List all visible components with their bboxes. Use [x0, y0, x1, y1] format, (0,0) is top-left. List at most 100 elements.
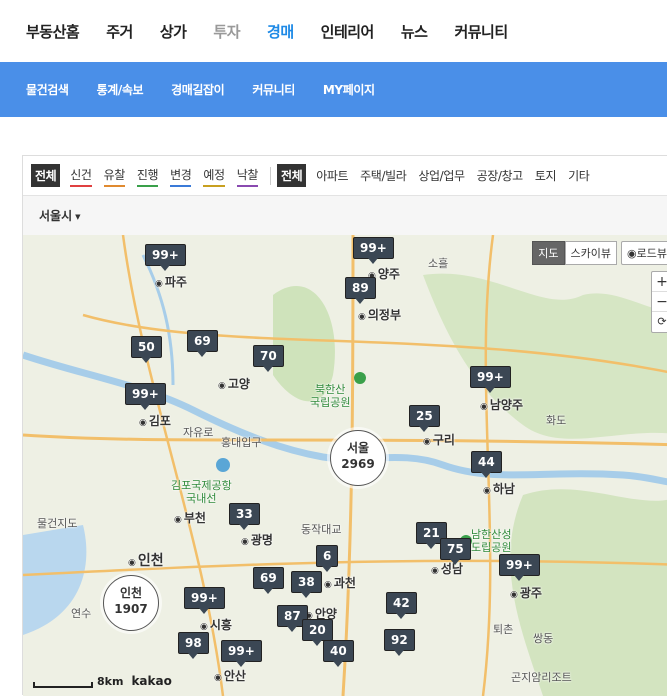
auction-count-marker[interactable]: 75 [440, 538, 471, 565]
city-name: 양주 [377, 267, 400, 281]
auction-count-marker[interactable]: 33 [229, 503, 260, 530]
city-name: 김포 [148, 414, 171, 428]
sub-nav-item[interactable]: 커뮤니티 [252, 81, 295, 98]
auction-count-marker[interactable]: 38 [291, 571, 322, 598]
auction-count-marker[interactable]: 99+ [145, 244, 186, 271]
roadview-button[interactable]: ◉로드뷰 [621, 241, 667, 265]
status-filter-chip[interactable]: 신건 [70, 164, 92, 187]
map-place-label: ◉ 시흥 [200, 616, 232, 633]
auction-count-marker[interactable]: 99+ [499, 554, 540, 581]
type-filter-chip[interactable]: 아파트 [316, 165, 348, 186]
auction-count-marker[interactable]: 70 [253, 345, 284, 372]
map-place-label: 김포국제공항 국내선 [171, 479, 232, 505]
map-place-label: ◉ 의정부 [358, 306, 401, 323]
map-place-label: 동작대교 [301, 523, 342, 536]
city-name: 인천 [137, 553, 164, 569]
city-name: 남양주 [489, 398, 523, 412]
status-filter-chip[interactable]: 진행 [136, 164, 159, 187]
auction-count-marker[interactable]: 99+ [221, 640, 262, 667]
city-name: 하남 [492, 482, 515, 496]
auction-count-marker[interactable]: 20 [302, 619, 333, 646]
region-bar: 서울시 ▼ [23, 196, 667, 236]
auction-count-marker[interactable]: 25 [409, 405, 440, 432]
type-filter-all[interactable]: 전체 [276, 164, 307, 187]
map-place-label: ◉ 광주 [510, 584, 542, 601]
map-place-label: 퇴촌 [493, 623, 514, 636]
top-nav-item[interactable]: 인테리어 [321, 21, 375, 42]
sub-nav-item[interactable]: 통계/속보 [97, 81, 144, 98]
region-select[interactable]: 서울시 ▼ [39, 207, 81, 224]
type-filter-chip[interactable]: 주택/빌라 [360, 165, 407, 186]
map-place-label: ◉ 남양주 [480, 396, 523, 413]
top-nav-item[interactable]: 뉴스 [401, 21, 428, 42]
map-type-map-button[interactable]: 지도 [532, 241, 565, 265]
reset-icon[interactable]: ⟳ [652, 312, 667, 332]
auction-count-marker[interactable]: 44 [471, 451, 502, 478]
map-place-label: ◉ 구리 [423, 431, 455, 448]
type-filter-chip[interactable]: 기타 [568, 165, 590, 186]
roadview-label: 로드뷰 [636, 247, 667, 260]
type-filter-chip[interactable]: 상업/업무 [418, 165, 465, 186]
auction-count-marker[interactable]: 50 [131, 336, 162, 363]
scale-bar [33, 682, 93, 688]
spacer [0, 117, 667, 155]
filter-bar: 전체 신건 유찰 진행 변경 예정 낙찰 전체 아파트 주택/빌라 상업/업무 공장/창고 토지 기타 [23, 156, 667, 196]
status-filter-chip[interactable]: 예정 [203, 164, 225, 187]
auction-map-panel: 전체 신건 유찰 진행 변경 예정 낙찰 전체 아파트 주택/빌라 상업/업무 공장/창고 토지 기타 서… [22, 155, 667, 696]
top-nav-item[interactable]: 부동산홈 [26, 21, 80, 42]
region-cluster[interactable]: 서울 2969 [330, 430, 386, 486]
city-dot-icon: ◉ [358, 312, 366, 322]
auction-count-marker[interactable]: 99+ [470, 366, 511, 393]
auction-count-marker[interactable]: 89 [345, 277, 376, 304]
auction-count-marker[interactable]: 99+ [125, 383, 166, 410]
map-place-label: 연수 [71, 607, 92, 620]
top-nav-item[interactable]: 상가 [160, 21, 187, 42]
kakao-logo: kakao [131, 674, 172, 688]
status-filter-chip[interactable]: 유찰 [103, 164, 125, 187]
top-nav-item[interactable]: 커뮤니티 [454, 21, 508, 42]
top-nav-item[interactable]: 경매 [267, 21, 294, 42]
map-view[interactable]: ◉ 파주 ◉ 양주 ◉ 의정부 ◉ 고양 ◉ 김포 ◉ 남양주 ◉ 구리 ◉ 하남 ◉ 부천 ◉ 광명 ◉ 인천 ◉ 과천 ◉ 성… [23, 235, 667, 696]
map-place-label: 화도 [546, 414, 567, 427]
auction-count-marker[interactable]: 99+ [353, 237, 394, 264]
sub-nav-item[interactable]: MY페이지 [323, 81, 375, 98]
region-select-label: 서울시 [39, 209, 73, 223]
city-name: 광주 [519, 586, 542, 600]
roadview-icon: ◉ [627, 247, 637, 260]
zoom-out-button[interactable]: − [652, 292, 667, 312]
auction-count-marker[interactable]: 69 [253, 567, 284, 594]
type-filter-chip[interactable]: 토지 [535, 165, 557, 186]
map-place-label: ◉ 안산 [214, 667, 246, 684]
map-place-label: ◉ 파주 [155, 273, 187, 290]
status-filter-all[interactable]: 전체 [31, 164, 61, 187]
top-nav-item[interactable]: 투자 [213, 21, 240, 42]
map-place-label: 쌍동 [533, 632, 554, 645]
city-name: 부천 [183, 511, 206, 525]
city-name: 구리 [432, 433, 455, 447]
city-dot-icon: ◉ [174, 515, 182, 525]
status-filter-chip[interactable]: 변경 [170, 164, 192, 187]
city-name: 고양 [227, 377, 250, 391]
auction-count-marker[interactable]: 99+ [184, 587, 225, 614]
auction-count-marker[interactable]: 98 [178, 632, 209, 659]
auction-count-marker[interactable]: 42 [386, 592, 417, 619]
auction-count-marker[interactable]: 40 [323, 640, 354, 667]
auction-count-marker[interactable]: 6 [316, 545, 339, 572]
top-nav-item[interactable]: 주거 [106, 21, 133, 42]
type-filter-chip[interactable]: 공장/창고 [477, 165, 524, 186]
sub-nav-item[interactable]: 물건검색 [26, 81, 69, 98]
sub-nav-item[interactable]: 경매길잡이 [171, 81, 225, 98]
auction-count-marker[interactable]: 92 [384, 629, 415, 656]
auction-count-marker[interactable]: 69 [187, 330, 218, 357]
city-dot-icon: ◉ [483, 486, 491, 496]
map-place-label: ◉ 인천 [128, 550, 164, 570]
city-dot-icon: ◉ [423, 437, 431, 447]
region-cluster[interactable]: 인천 1907 [103, 575, 159, 631]
filter-divider [269, 166, 271, 185]
map-type-skyview-button[interactable]: 스카이뷰 [564, 241, 618, 265]
city-dot-icon: ◉ [200, 622, 208, 632]
zoom-in-button[interactable]: + [652, 272, 667, 292]
map-place-label: ◉ 부천 [174, 509, 206, 526]
map-place-label: 남한산성 도립공원 [471, 528, 512, 554]
status-filter-chip[interactable]: 낙찰 [236, 164, 258, 187]
